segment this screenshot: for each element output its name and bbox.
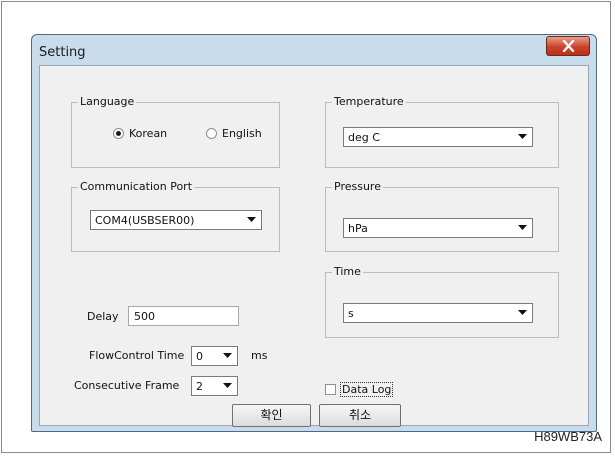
time-select[interactable]: s bbox=[343, 303, 533, 323]
temperature-legend: Temperature bbox=[332, 95, 406, 109]
communication-port-group: Communication Port COM4(USBSER00) bbox=[71, 180, 280, 252]
time-group: Time s bbox=[325, 265, 559, 338]
figure-frame: Setting Language Korean English Communic… bbox=[1, 1, 611, 453]
ok-button[interactable]: 확인 bbox=[232, 404, 311, 427]
cancel-button[interactable]: 취소 bbox=[319, 404, 401, 427]
communication-port-legend: Communication Port bbox=[78, 180, 195, 194]
english-radio-label[interactable]: English bbox=[222, 127, 262, 141]
close-icon bbox=[562, 40, 575, 52]
dropdown-arrow-icon bbox=[513, 220, 531, 236]
dialog-body: Language Korean English Communication Po… bbox=[39, 65, 589, 427]
data-log-label-text: Data Log bbox=[340, 382, 394, 397]
figure-caption: H89WB73A bbox=[534, 429, 602, 444]
radio-selected-dot bbox=[116, 131, 121, 136]
temperature-select[interactable]: deg C bbox=[343, 127, 533, 147]
close-button[interactable] bbox=[546, 36, 590, 56]
dropdown-arrow-icon bbox=[218, 348, 236, 364]
data-log-checkbox[interactable] bbox=[325, 384, 336, 395]
consecutive-frame-select[interactable]: 2 bbox=[191, 376, 238, 396]
language-group: Language Korean English bbox=[71, 95, 280, 168]
english-radio[interactable] bbox=[206, 128, 217, 139]
flowcontrol-unit-label: ms bbox=[251, 349, 268, 362]
korean-radio-label[interactable]: Korean bbox=[129, 127, 167, 141]
communication-port-select[interactable]: COM4(USBSER00) bbox=[90, 210, 262, 230]
temperature-group: Temperature deg C bbox=[325, 95, 559, 168]
flowcontrol-time-select[interactable]: 0 bbox=[191, 346, 238, 366]
dropdown-arrow-icon bbox=[513, 305, 531, 321]
communication-port-value: COM4(USBSER00) bbox=[95, 214, 195, 227]
data-log-label[interactable]: Data Log bbox=[340, 382, 394, 397]
delay-value: 500 bbox=[134, 310, 155, 323]
temperature-value: deg C bbox=[348, 131, 380, 144]
dropdown-arrow-icon bbox=[242, 212, 260, 228]
language-legend: Language bbox=[78, 95, 137, 109]
pressure-value: hPa bbox=[348, 222, 368, 235]
setting-dialog: Setting Language Korean English Communic… bbox=[31, 34, 597, 432]
pressure-select[interactable]: hPa bbox=[343, 218, 533, 238]
delay-label: Delay bbox=[87, 310, 119, 323]
consecutive-frame-label: Consecutive Frame bbox=[74, 379, 180, 392]
flowcontrol-time-value: 0 bbox=[196, 350, 203, 363]
dialog-title: Setting bbox=[39, 45, 86, 60]
delay-input[interactable]: 500 bbox=[128, 306, 239, 326]
pressure-group: Pressure hPa bbox=[325, 180, 559, 252]
flowcontrol-time-label: FlowControl Time bbox=[89, 349, 185, 362]
pressure-legend: Pressure bbox=[332, 180, 383, 194]
time-value: s bbox=[348, 307, 354, 320]
korean-radio[interactable] bbox=[113, 128, 124, 139]
dropdown-arrow-icon bbox=[513, 129, 531, 145]
consecutive-frame-value: 2 bbox=[196, 380, 203, 393]
dropdown-arrow-icon bbox=[218, 378, 236, 394]
time-legend: Time bbox=[332, 265, 363, 279]
